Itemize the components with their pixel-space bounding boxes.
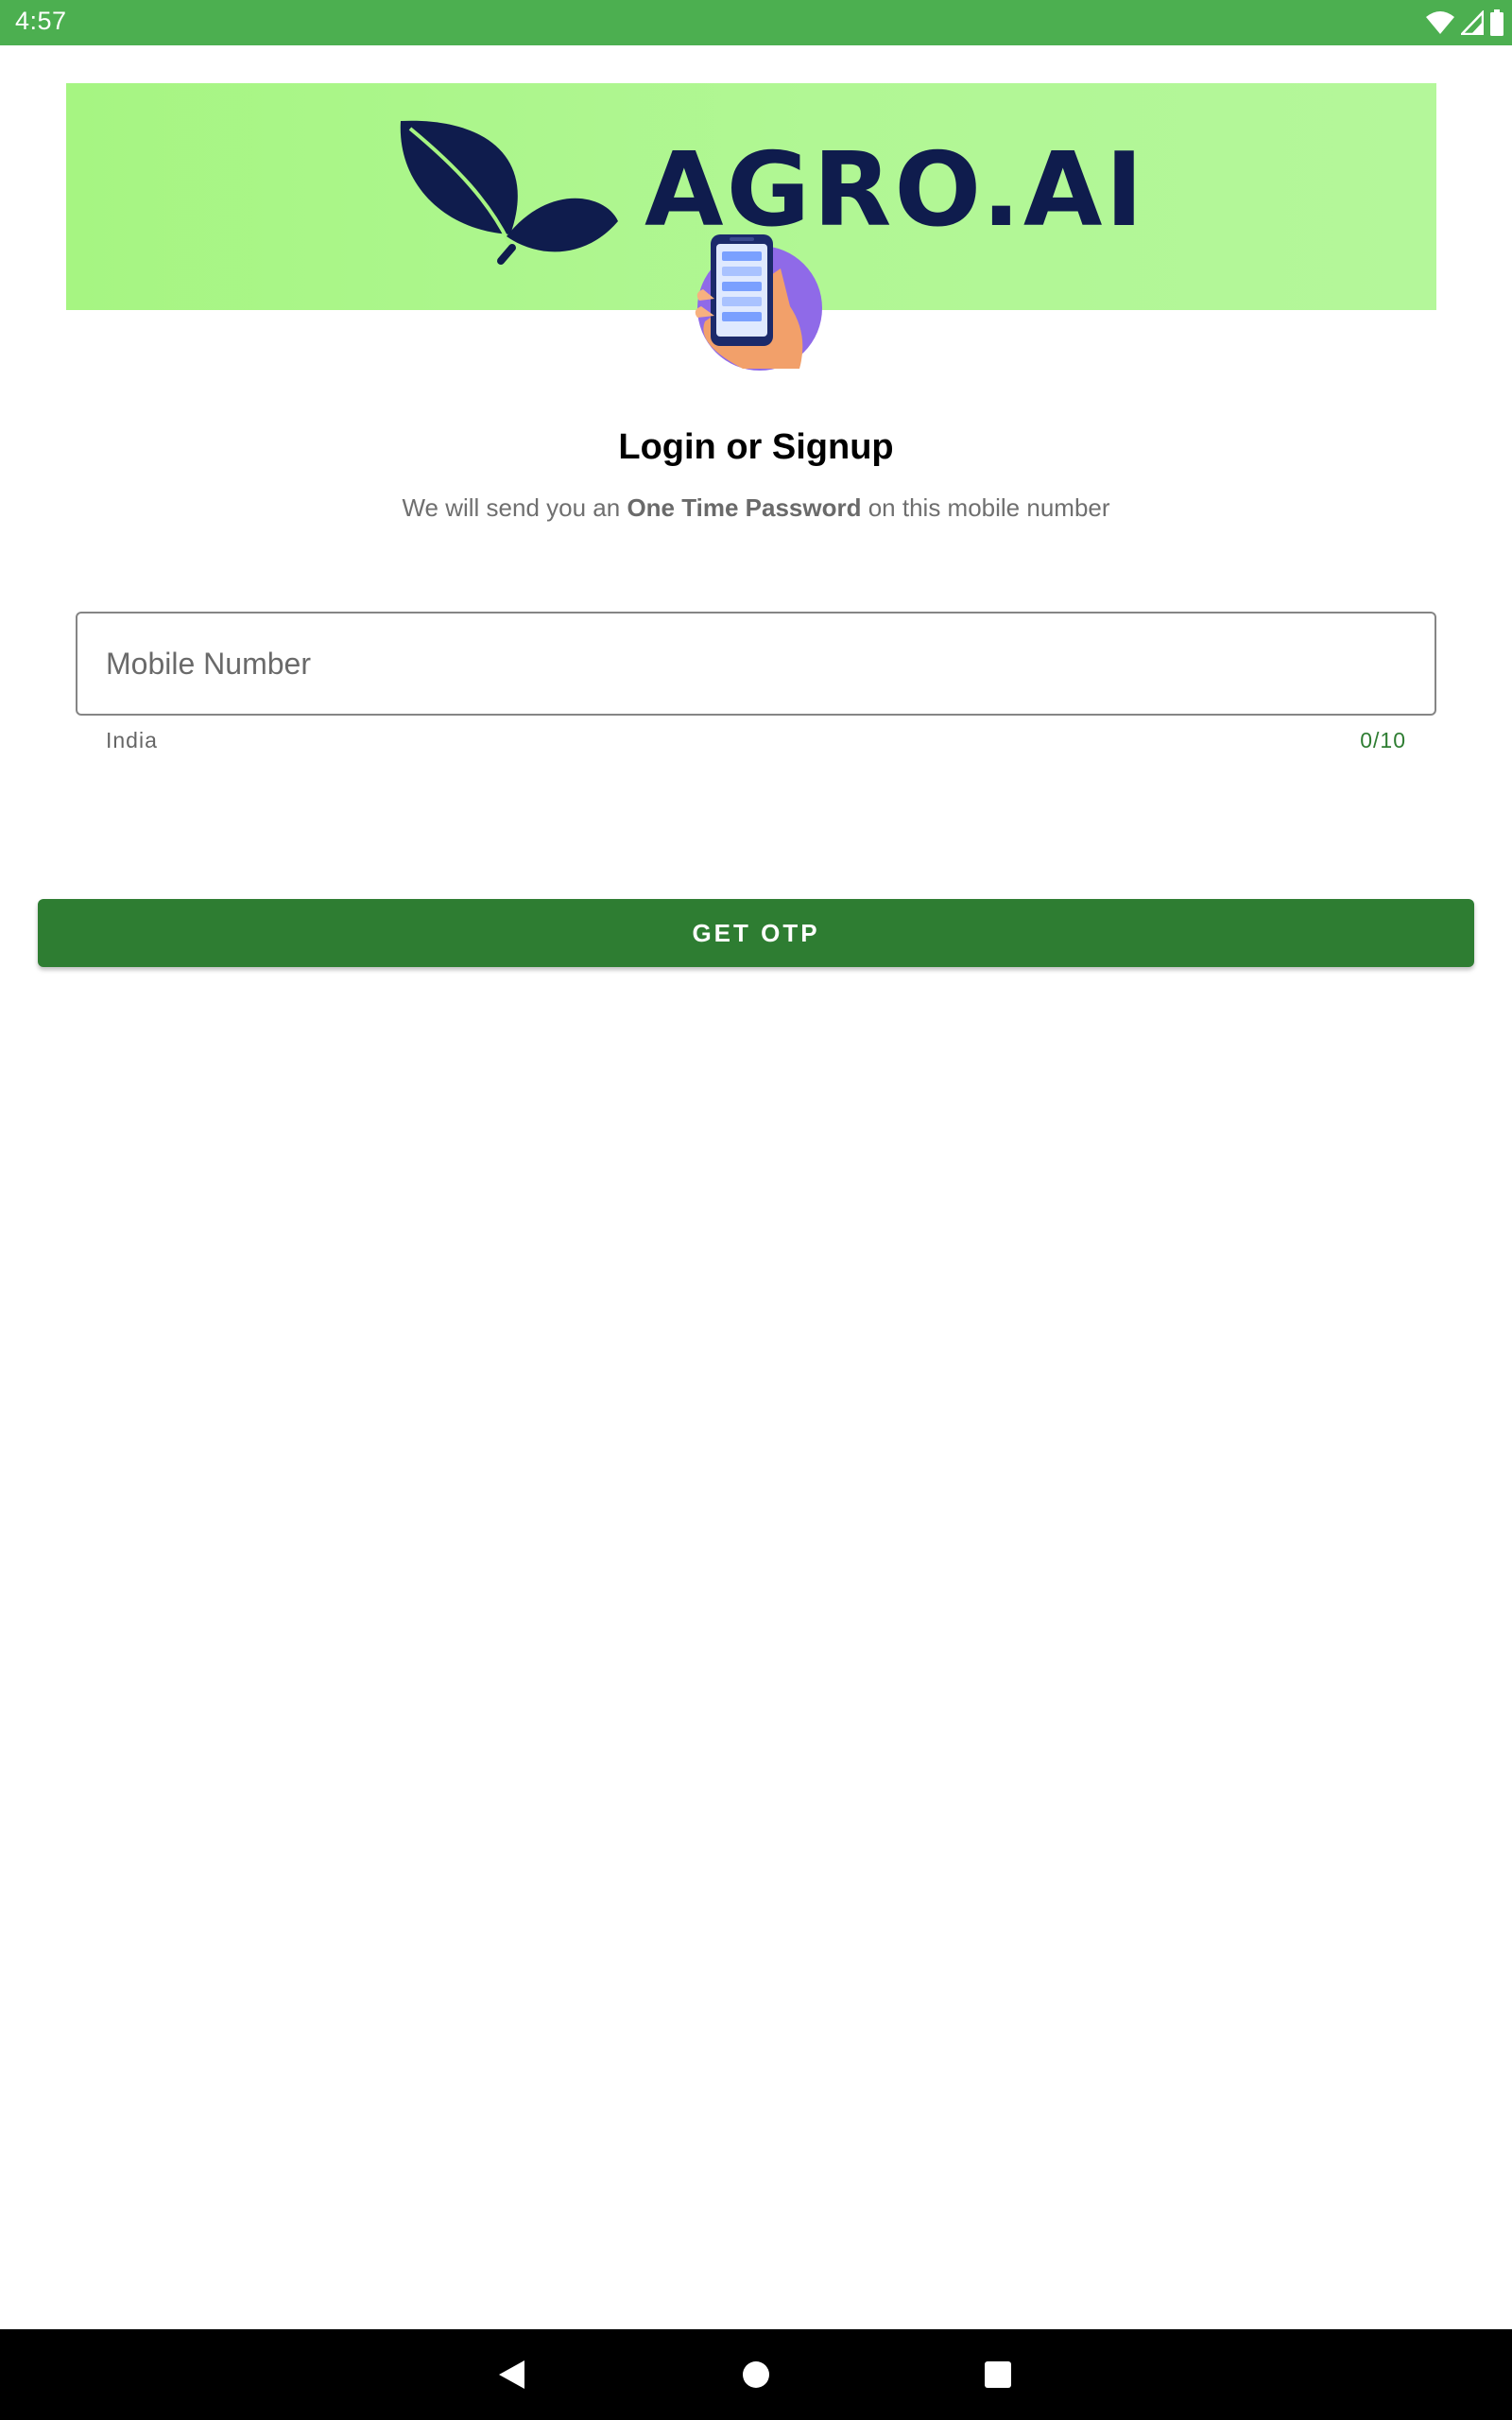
signal-icon bbox=[1461, 10, 1484, 35]
mobile-number-input[interactable] bbox=[106, 614, 1410, 714]
back-icon[interactable] bbox=[486, 2348, 539, 2401]
brand-name: AGRO.AI bbox=[644, 131, 1146, 250]
wifi-icon bbox=[1426, 11, 1454, 34]
battery-icon bbox=[1490, 9, 1503, 36]
page-subtitle: We will send you an One Time Password on… bbox=[0, 493, 1512, 523]
home-icon[interactable] bbox=[730, 2348, 782, 2401]
mobile-number-field[interactable] bbox=[76, 612, 1436, 716]
status-bar: 4:57 bbox=[0, 0, 1512, 45]
character-counter: 0/10 bbox=[1360, 728, 1406, 752]
recents-icon[interactable] bbox=[971, 2348, 1024, 2401]
leaf-icon bbox=[400, 120, 618, 265]
get-otp-button[interactable]: GET OTP bbox=[38, 899, 1474, 967]
system-nav-bar bbox=[0, 2329, 1512, 2420]
status-time: 4:57 bbox=[15, 7, 67, 35]
subtitle-suffix: on this mobile number bbox=[861, 493, 1110, 522]
subtitle-prefix: We will send you an bbox=[402, 493, 627, 522]
login-screen: 4:57 AGRO.AI Login or Signup We will sen… bbox=[0, 0, 1512, 2420]
country-helper-text: India bbox=[106, 728, 158, 752]
subtitle-emphasis: One Time Password bbox=[627, 493, 862, 522]
status-icons bbox=[1425, 8, 1504, 38]
phone-in-hand-icon bbox=[695, 234, 822, 371]
page-title: Login or Signup bbox=[618, 427, 894, 467]
